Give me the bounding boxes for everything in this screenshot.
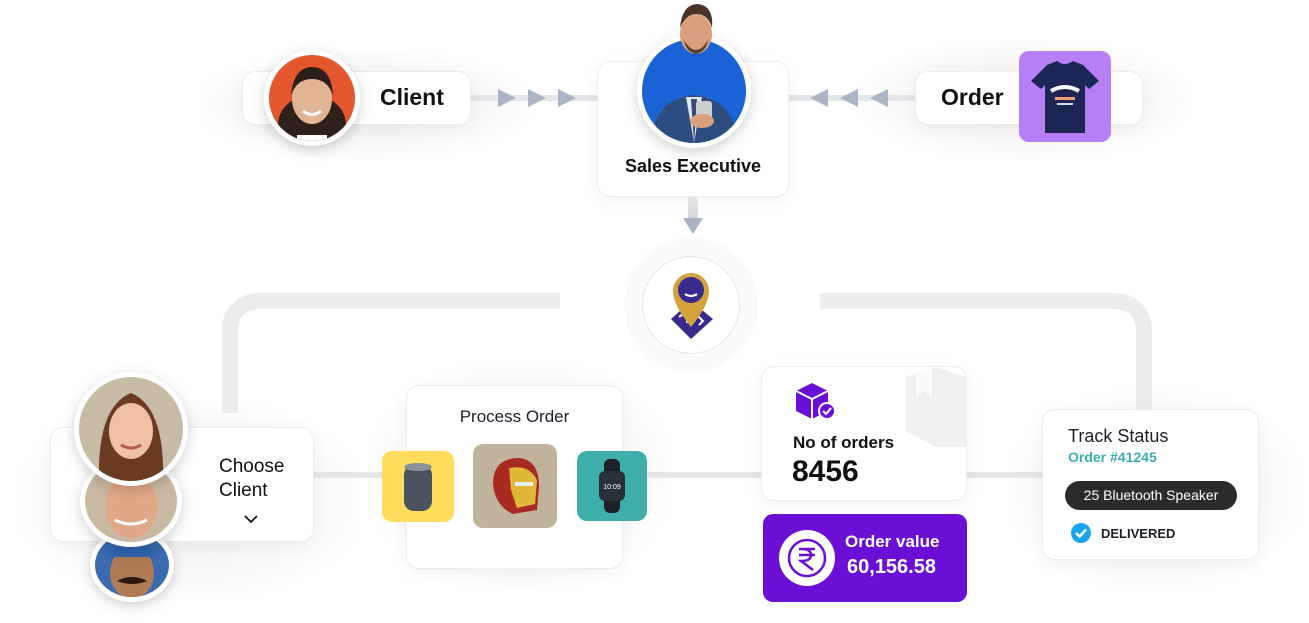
tshirt-tile <box>1019 51 1111 142</box>
arrow-left-icon <box>810 89 828 107</box>
orders-count-value: 8456 <box>792 455 859 488</box>
arrow-right-icon <box>498 89 516 107</box>
arrow-down-icon <box>683 218 703 234</box>
product-tile-speaker[interactable] <box>382 451 454 522</box>
choose-client-label-line2: Client <box>219 480 268 501</box>
connector-orders-track <box>965 472 1045 478</box>
rupee-icon <box>787 538 827 578</box>
order-value-card: Order value 60,156.58 <box>763 514 967 602</box>
check-circle-icon <box>1071 523 1091 543</box>
rupee-badge <box>779 530 835 586</box>
orders-count-card: No of orders 8456 <box>762 367 966 500</box>
client-avatar-1[interactable] <box>74 372 188 486</box>
product-tile-helmet[interactable] <box>473 444 557 528</box>
track-status-title: Track Status <box>1068 426 1169 446</box>
delivery-status: DELIVERED <box>1101 526 1176 541</box>
bluetooth-speaker-icon <box>404 463 432 511</box>
watch-time: 10:09 <box>603 484 621 491</box>
arrow-left-icon <box>870 89 888 107</box>
package-watermark-icon <box>906 367 966 447</box>
product-tile-watch[interactable]: 10:09 <box>577 451 647 521</box>
tshirt-icon <box>1031 61 1099 133</box>
arrow-right-icon <box>558 89 576 107</box>
connector-sales-hub <box>688 197 698 219</box>
client-label: Client <box>380 84 444 110</box>
order-label: Order <box>941 84 1004 110</box>
process-order-title: Process Order <box>459 407 570 426</box>
package-check-icon <box>795 383 836 420</box>
order-value-label: Order value <box>845 532 940 551</box>
hub-circle[interactable] <box>642 256 740 354</box>
arrow-left-icon <box>840 89 858 107</box>
chevron-down-icon[interactable] <box>243 514 259 524</box>
location-pin-logo-icon <box>671 273 713 339</box>
smart-watch-icon: 10:09 <box>599 459 625 513</box>
order-value-amount: 60,156.58 <box>847 556 936 578</box>
item-badge: 25 Bluetooth Speaker <box>1065 481 1237 510</box>
sales-executive-head <box>680 4 713 54</box>
orders-count-label: No of orders <box>793 433 895 452</box>
client-avatar <box>264 50 360 146</box>
iron-man-helmet-icon <box>493 458 539 514</box>
track-status-card[interactable]: Track Status Order #41245 25 Bluetooth S… <box>1043 410 1258 559</box>
arrow-right-icon <box>528 89 546 107</box>
choose-client-label-line1: Choose <box>219 456 285 477</box>
sales-executive-label: Sales Executive <box>624 156 762 176</box>
track-order-id[interactable]: Order #41245 <box>1068 449 1157 465</box>
